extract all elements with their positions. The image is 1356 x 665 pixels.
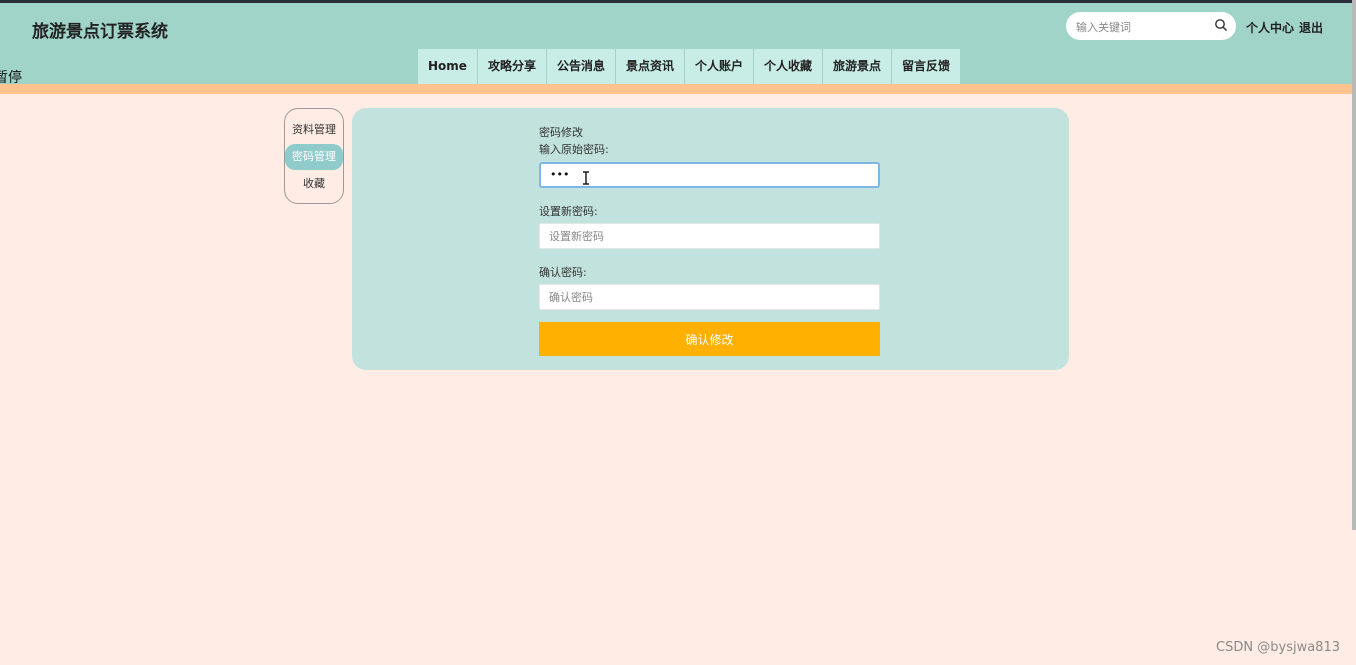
watermark: CSDN @bysjwa813 bbox=[1216, 640, 1340, 655]
password-form-panel: 密码修改 输入原始密码: ••• 设置新密码: 确认密码: 确认修改 bbox=[352, 108, 1069, 370]
search-input[interactable] bbox=[1074, 16, 1208, 38]
old-password-label: 输入原始密码: bbox=[539, 143, 609, 156]
confirm-password-field[interactable] bbox=[539, 284, 880, 310]
nav-favorites[interactable]: 个人收藏 bbox=[754, 49, 824, 84]
logout-link[interactable]: 退出 bbox=[1299, 19, 1323, 36]
accent-bar bbox=[0, 84, 1356, 94]
nav-personal-account[interactable]: 个人账户 bbox=[684, 49, 754, 84]
sidebar-item-profile[interactable]: 资料管理 bbox=[285, 117, 343, 143]
new-password-field[interactable] bbox=[539, 223, 880, 249]
confirm-change-button[interactable]: 确认修改 bbox=[539, 322, 880, 356]
form-title: 密码修改 bbox=[539, 126, 583, 139]
page-scrollbar[interactable] bbox=[1352, 0, 1356, 530]
nav-home[interactable]: Home bbox=[418, 49, 478, 84]
search-box bbox=[1066, 12, 1236, 40]
sidebar-item-password[interactable]: 密码管理 bbox=[285, 144, 343, 170]
old-password-field[interactable]: ••• bbox=[539, 162, 880, 188]
sidebar-item-favorites[interactable]: 收藏 bbox=[285, 171, 343, 197]
confirm-password-label: 确认密码: bbox=[539, 266, 587, 279]
search-icon[interactable] bbox=[1214, 18, 1228, 32]
nav-feedback[interactable]: 留言反馈 bbox=[892, 49, 962, 84]
site-title: 旅游景点订票系统 bbox=[32, 22, 168, 42]
personal-center-link[interactable]: 个人中心 bbox=[1246, 19, 1294, 36]
nav-attractions[interactable]: 旅游景点 bbox=[823, 49, 893, 84]
nav-strategy-share[interactable]: 攻略分享 bbox=[477, 49, 547, 84]
text-cursor-icon bbox=[583, 171, 589, 185]
nav-attraction-news[interactable]: 景点资讯 bbox=[615, 49, 685, 84]
nav-announcements[interactable]: 公告消息 bbox=[546, 49, 616, 84]
main-nav: Home 攻略分享 公告消息 景点资讯 个人账户 个人收藏 旅游景点 留言反馈 bbox=[418, 49, 962, 84]
account-side-menu: 资料管理 密码管理 收藏 bbox=[284, 108, 344, 204]
header: 旅游景点订票系统 暂停 个人中心 退出 Home 攻略分享 公告消息 景点资讯 … bbox=[0, 3, 1356, 86]
new-password-label: 设置新密码: bbox=[539, 205, 598, 218]
